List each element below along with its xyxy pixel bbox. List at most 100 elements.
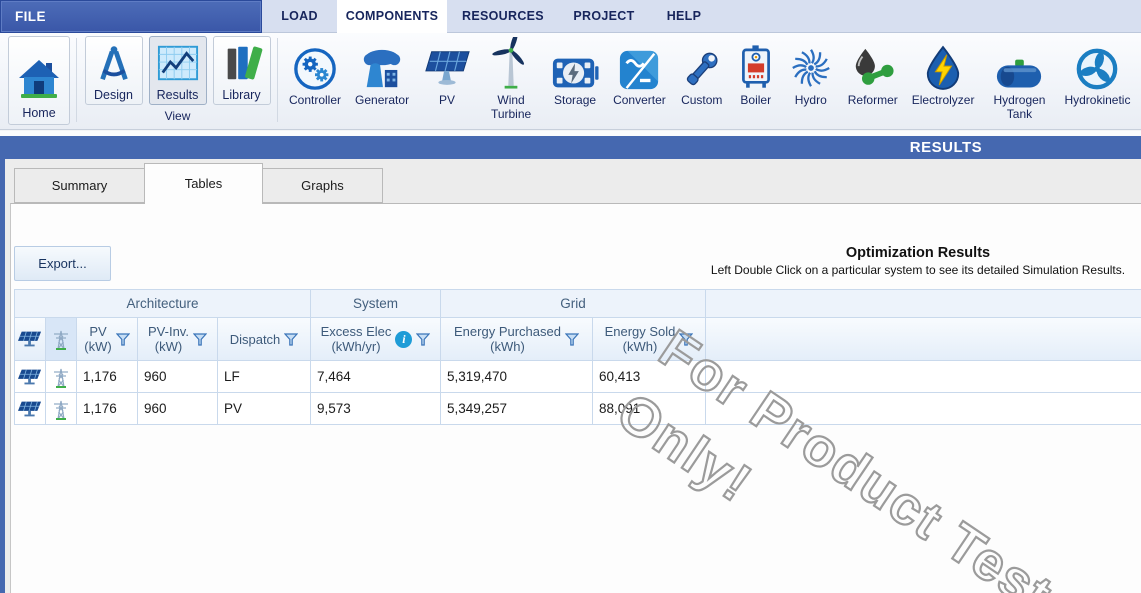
optimization-subtitle: Left Double Click on a particular system…	[711, 263, 1125, 277]
optimization-header: Optimization Results Left Double Click o…	[711, 245, 1125, 277]
group-system: System	[310, 290, 440, 318]
row-pv-icon	[14, 361, 45, 393]
component-generator[interactable]: Generator	[348, 35, 416, 107]
row-pv-icon	[14, 393, 45, 425]
menu-bar: FILE LOAD COMPONENTS RESOURCES PROJECT H…	[0, 0, 1141, 33]
group-empty	[705, 290, 1141, 318]
component-storage[interactable]: Storage	[544, 35, 606, 107]
controller-icon	[293, 35, 337, 91]
component-controller[interactable]: Controller	[282, 35, 348, 107]
app-window: FILE LOAD COMPONENTS RESOURCES PROJECT H…	[0, 0, 1141, 593]
export-button[interactable]: Export...	[14, 246, 111, 281]
component-electrolyzer[interactable]: Electrolyzer	[905, 35, 982, 107]
converter-icon	[618, 35, 660, 91]
column-empty	[705, 318, 1141, 361]
optimization-table: Architecture System Grid	[14, 289, 1141, 425]
subtab-graphs[interactable]: Graphs	[262, 168, 383, 203]
view-group-caption: View	[81, 109, 274, 123]
component-custom[interactable]: Custom	[673, 35, 731, 107]
ribbon-separator	[76, 38, 77, 122]
tab-resources[interactable]: RESOURCES	[447, 0, 559, 33]
optimization-title: Optimization Results	[711, 245, 1125, 261]
file-menu-label: FILE	[15, 9, 46, 24]
column-pv-kw[interactable]: PV (kW)	[76, 318, 137, 361]
cell-pv-kw: 1,176	[76, 361, 137, 393]
pv-icon	[423, 35, 471, 91]
hydro-icon	[788, 35, 834, 91]
column-pv-icon[interactable]	[14, 318, 45, 361]
components-toolbar: Controller Generator	[282, 35, 1141, 130]
view-group: Design	[81, 36, 274, 123]
filter-icon[interactable]	[116, 333, 130, 346]
filter-icon[interactable]	[565, 333, 579, 346]
subtab-tables[interactable]: Tables	[144, 163, 263, 204]
cell-energy-purchased: 5,319,470	[440, 361, 592, 393]
component-hydro[interactable]: Hydro	[781, 35, 841, 107]
design-button[interactable]: Design	[85, 36, 143, 105]
cell-excess-elec: 9,573	[310, 393, 440, 425]
table-group-row: Architecture System Grid	[14, 289, 1141, 318]
tab-project[interactable]: PROJECT	[559, 0, 649, 33]
cell-dispatch: PV	[217, 393, 310, 425]
cell-empty	[705, 361, 1141, 393]
results-icon	[157, 42, 199, 89]
left-accent-strip	[0, 159, 5, 593]
row-grid-icon	[45, 393, 76, 425]
electrolyzer-icon	[924, 35, 962, 91]
component-hydrokinetic[interactable]: Hydrokinetic	[1057, 35, 1137, 107]
storage-icon	[551, 35, 599, 91]
filter-icon[interactable]	[679, 333, 693, 346]
custom-icon	[680, 35, 724, 91]
workspace: Summary Tables Graphs Export... Optimiza…	[0, 159, 1141, 593]
library-button[interactable]: Library	[213, 36, 271, 105]
home-button[interactable]: Home	[8, 36, 70, 125]
hydrokinetic-icon	[1075, 35, 1119, 91]
cell-energy-sold: 88,091	[592, 393, 705, 425]
column-excess-elec[interactable]: Excess Elec (kWh/yr) i	[310, 318, 440, 361]
results-bar-title: RESULTS	[910, 136, 982, 159]
results-bar: RESULTS	[0, 136, 1141, 159]
filter-icon[interactable]	[193, 333, 207, 346]
group-grid: Grid	[440, 290, 705, 318]
subtab-summary[interactable]: Summary	[14, 168, 145, 203]
component-converter[interactable]: Converter	[606, 35, 673, 107]
info-icon[interactable]: i	[395, 331, 412, 348]
pv-small-icon	[18, 329, 42, 349]
ribbon: Home Design	[0, 33, 1141, 130]
filter-icon[interactable]	[416, 333, 430, 346]
ribbon-tab-strip: LOAD COMPONENTS RESOURCES PROJECT HELP	[262, 0, 719, 33]
component-reformer[interactable]: Reformer	[841, 35, 905, 107]
tab-load[interactable]: LOAD	[262, 0, 337, 33]
table-row[interactable]: 1,176 960 PV 9,573 5,349,257 88,091	[14, 393, 1141, 425]
design-icon	[93, 42, 135, 89]
column-energy-purchased[interactable]: Energy Purchased (kWh)	[440, 318, 592, 361]
ribbon-separator	[277, 38, 278, 122]
cell-energy-sold: 60,413	[592, 361, 705, 393]
table-row[interactable]: 1,176 960 LF 7,464 5,319,470 60,413	[14, 361, 1141, 393]
wind-turbine-icon	[491, 35, 531, 91]
results-button[interactable]: Results	[149, 36, 207, 105]
component-pv[interactable]: PV	[416, 35, 478, 107]
home-button-label: Home	[22, 107, 55, 120]
column-energy-sold[interactable]: Energy Sold (kWh)	[592, 318, 705, 361]
cell-dispatch: LF	[217, 361, 310, 393]
filter-icon[interactable]	[284, 333, 298, 346]
component-grid[interactable]: Grid	[1137, 35, 1141, 107]
column-pv-inv-kw[interactable]: PV-Inv. (kW)	[137, 318, 217, 361]
component-hydrogen-tank[interactable]: Hydrogen Tank	[981, 35, 1057, 121]
generator-icon	[358, 35, 406, 91]
hydrogen-tank-icon	[994, 35, 1044, 91]
cell-energy-purchased: 5,349,257	[440, 393, 592, 425]
table-header-row: PV (kW) PV-Inv. (kW) Dispatch Excess Ele…	[14, 318, 1141, 361]
cell-pv-inv-kw: 960	[137, 393, 217, 425]
component-wind-turbine[interactable]: Wind Turbine	[478, 35, 544, 121]
row-grid-icon	[45, 361, 76, 393]
component-boiler[interactable]: Boiler	[731, 35, 781, 107]
tab-components[interactable]: COMPONENTS	[337, 0, 447, 33]
column-dispatch[interactable]: Dispatch	[217, 318, 310, 361]
tab-help[interactable]: HELP	[649, 0, 719, 33]
boiler-icon	[738, 35, 774, 91]
column-grid-icon[interactable]	[45, 318, 76, 361]
library-icon	[221, 42, 263, 89]
file-menu[interactable]: FILE	[0, 0, 262, 33]
